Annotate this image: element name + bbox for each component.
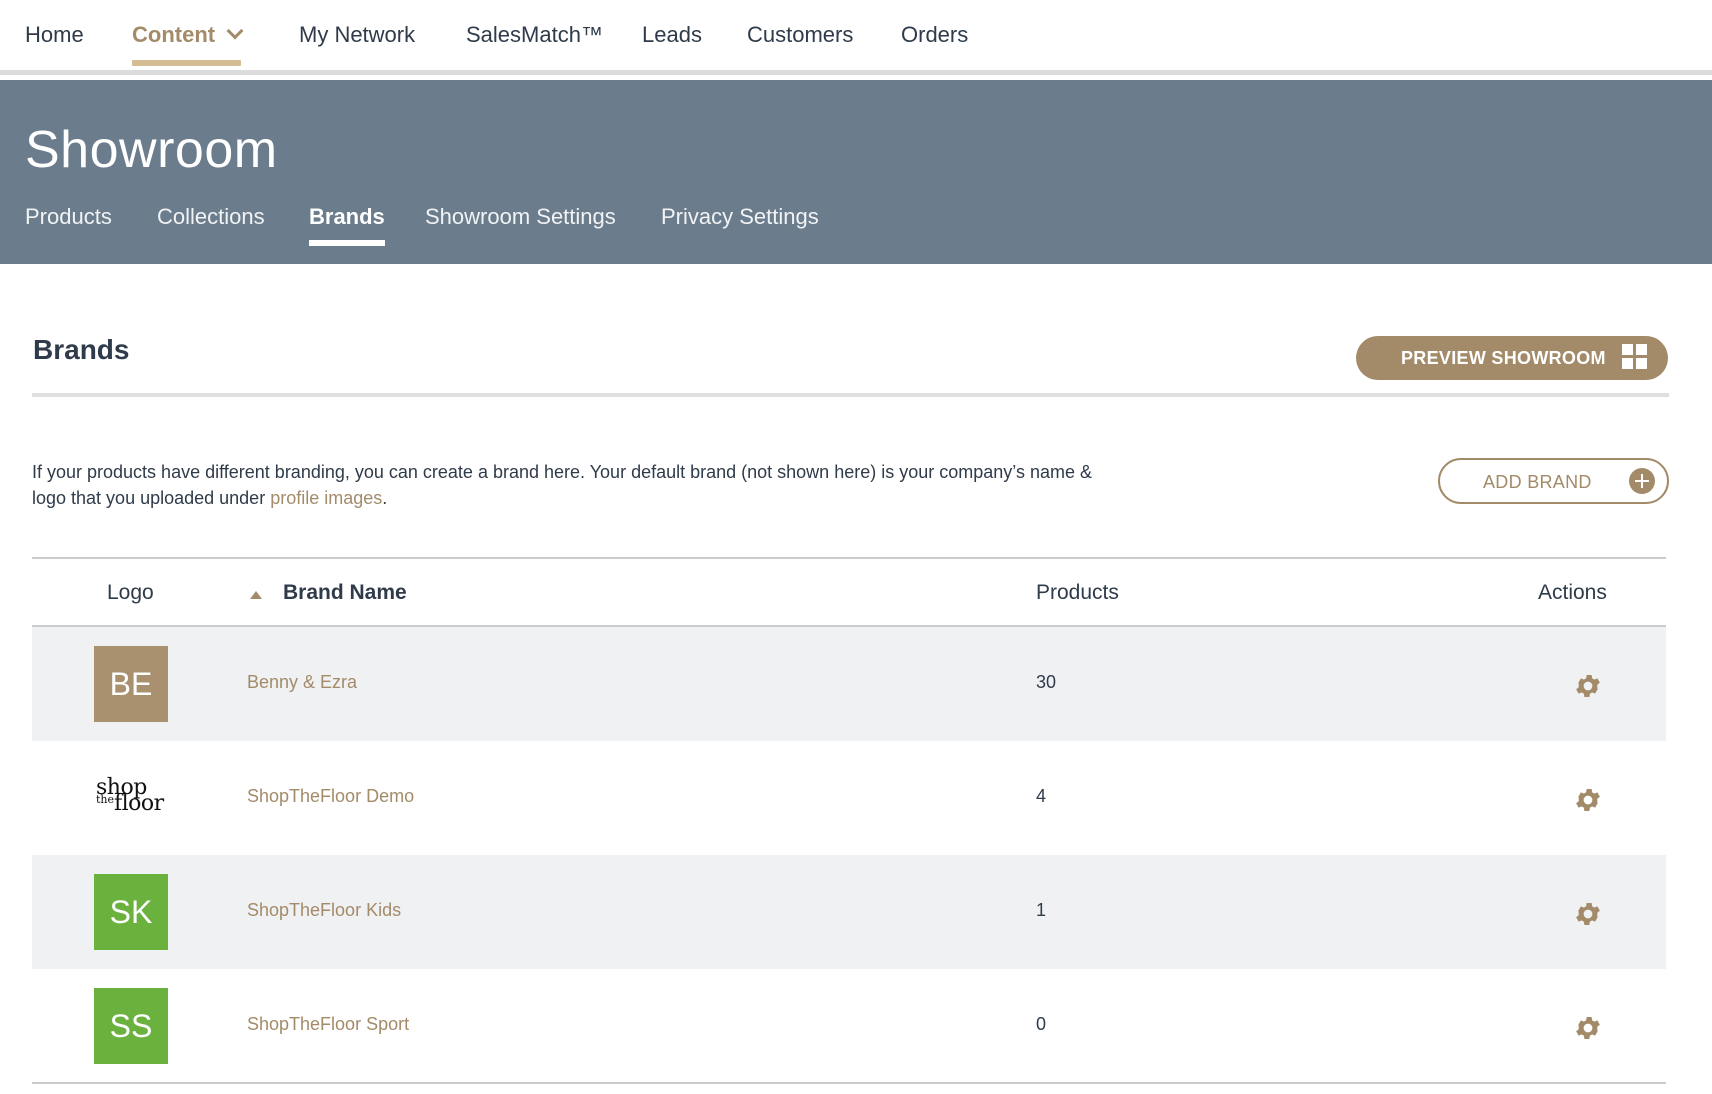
add-brand-button[interactable]: ADD BRAND [1438, 458, 1669, 504]
nav-home[interactable]: Home [25, 22, 84, 48]
table-header: Logo Brand Name Products Actions [32, 557, 1666, 627]
preview-showroom-label: PREVIEW SHOWROOM [1401, 348, 1606, 368]
page-title: Showroom [25, 121, 278, 179]
profile-images-link[interactable]: profile images [270, 488, 382, 508]
column-header-logo: Logo [107, 581, 154, 604]
nav-active-indicator [132, 60, 242, 66]
showroom-banner: Showroom Products Collections Brands Sho… [0, 80, 1712, 264]
column-header-products: Products [1036, 581, 1119, 604]
top-nav: Home Content My Network SalesMatch™ Lead… [0, 0, 1712, 75]
product-count: 1 [1036, 900, 1047, 920]
preview-showroom-button[interactable]: PREVIEW SHOWROOM [1356, 336, 1668, 380]
brand-name-link[interactable]: ShopTheFloor Kids [247, 900, 401, 921]
brand-logo: shop the floor [94, 775, 168, 821]
tab-collections[interactable]: Collections [157, 204, 265, 230]
gear-icon[interactable] [1573, 785, 1603, 815]
tab-active-indicator [309, 240, 385, 246]
brands-description: If your products have different branding… [32, 459, 1122, 511]
column-header-actions: Actions [1538, 581, 1607, 604]
table-row: SK ShopTheFloor Kids 1 [32, 855, 1666, 969]
brand-name-link[interactable]: ShopTheFloor Sport [247, 1014, 409, 1035]
plus-circle-icon [1629, 468, 1655, 494]
logo-wordmark-the: the [96, 793, 115, 806]
section-title: Brands [33, 334, 130, 365]
product-count: 30 [1036, 672, 1057, 692]
gear-icon[interactable] [1573, 1013, 1603, 1043]
brand-logo: SK [94, 874, 168, 950]
tab-privacy-settings[interactable]: Privacy Settings [661, 204, 819, 230]
table-row: BE Benny & Ezra 30 [32, 627, 1666, 741]
nav-customers[interactable]: Customers [747, 22, 853, 48]
tab-brands-label: Brands [309, 204, 385, 229]
tab-brands[interactable]: Brands [309, 204, 385, 246]
chevron-down-icon [226, 22, 244, 40]
nav-my-network[interactable]: My Network [299, 22, 415, 48]
description-text: If your products have different branding… [32, 462, 1092, 508]
tab-products[interactable]: Products [25, 204, 112, 230]
logo-wordmark-floor: floor [114, 791, 164, 816]
nav-salesmatch[interactable]: SalesMatch™ [466, 22, 603, 48]
brand-name-link[interactable]: ShopTheFloor Demo [247, 786, 414, 807]
brands-table: Logo Brand Name Products Actions BE Benn… [32, 557, 1666, 1083]
nav-content-label: Content [132, 22, 216, 47]
table-row: shop the floor ShopTheFloor Demo 4 [32, 741, 1666, 855]
brand-logo: SS [94, 988, 168, 1064]
product-count: 0 [1036, 1014, 1047, 1034]
table-row: SS ShopTheFloor Sport 0 [32, 969, 1666, 1083]
sort-ascending-icon[interactable] [250, 591, 262, 599]
section-divider [32, 393, 1669, 397]
nav-leads[interactable]: Leads [642, 22, 702, 48]
nav-orders[interactable]: Orders [901, 22, 968, 48]
description-suffix: . [382, 488, 388, 508]
column-header-brand-name[interactable]: Brand Name [283, 581, 407, 605]
gear-icon[interactable] [1573, 671, 1603, 701]
brand-logo: BE [94, 646, 168, 722]
tab-showroom-settings[interactable]: Showroom Settings [425, 204, 616, 230]
gear-icon[interactable] [1573, 899, 1603, 929]
add-brand-label: ADD BRAND [1483, 472, 1592, 492]
table-bottom-border [32, 1082, 1666, 1084]
brand-name-link[interactable]: Benny & Ezra [247, 672, 357, 693]
grid-icon [1622, 344, 1648, 370]
product-count: 4 [1036, 786, 1047, 806]
nav-content[interactable]: Content [132, 22, 244, 66]
